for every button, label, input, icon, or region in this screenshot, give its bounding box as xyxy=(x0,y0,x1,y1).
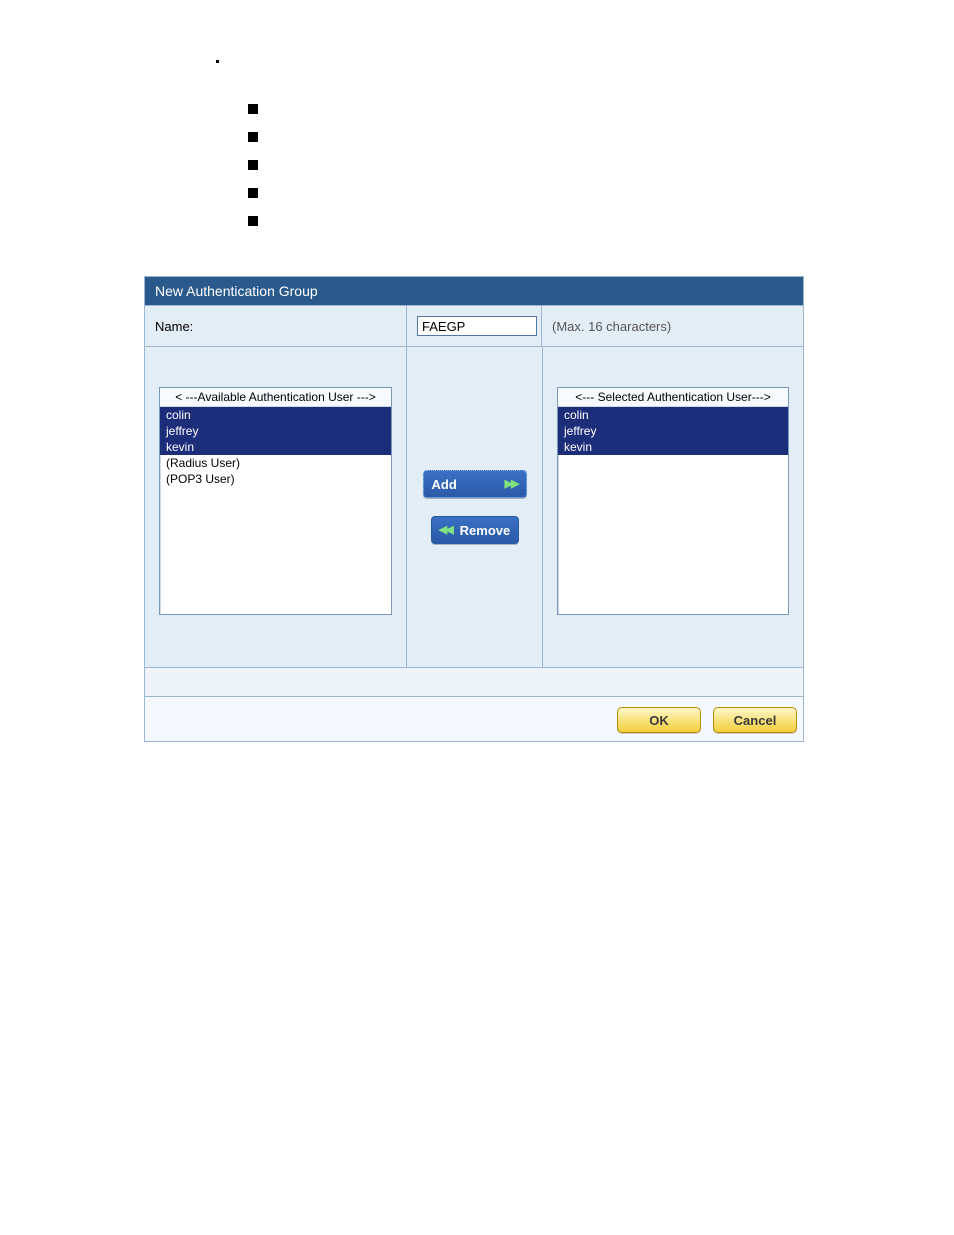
list-item[interactable]: colin xyxy=(558,407,788,423)
auth-group-panel: New Authentication Group Name: (Max. 16 … xyxy=(144,276,804,742)
decorative-dot xyxy=(216,60,219,63)
bullet-square xyxy=(248,132,258,142)
remove-button[interactable]: ◀◀ Remove xyxy=(431,516,519,544)
available-users-list[interactable]: < ---Available Authentication User ---> … xyxy=(159,387,392,615)
spacer-row xyxy=(145,668,803,697)
bullet-square xyxy=(248,188,258,198)
list-item[interactable]: kevin xyxy=(558,439,788,455)
cancel-button[interactable]: Cancel xyxy=(713,707,797,733)
bullet-list xyxy=(248,104,258,244)
name-input[interactable] xyxy=(417,316,537,336)
add-button-label: Add xyxy=(432,477,457,492)
selected-items: colinjeffreykevin xyxy=(558,407,788,455)
available-list-title: < ---Available Authentication User ---> xyxy=(160,388,391,407)
list-item[interactable]: (POP3 User) xyxy=(160,471,391,487)
bullet-square xyxy=(248,104,258,114)
remove-button-label: Remove xyxy=(460,523,511,538)
list-item[interactable]: kevin xyxy=(160,439,391,455)
name-hint: (Max. 16 characters) xyxy=(542,306,803,346)
name-row: Name: (Max. 16 characters) xyxy=(145,306,803,347)
list-item[interactable]: (Radius User) xyxy=(160,455,391,471)
footer-row: OK Cancel xyxy=(145,697,803,741)
chevron-right-icon: ▶▶ xyxy=(505,479,518,490)
available-items: colinjeffreykevin(Radius User)(POP3 User… xyxy=(160,407,391,487)
chevron-left-icon: ◀◀ xyxy=(439,525,452,536)
list-item[interactable]: jeffrey xyxy=(558,423,788,439)
add-button[interactable]: Add ▶▶ xyxy=(423,470,527,498)
list-item[interactable]: colin xyxy=(160,407,391,423)
bullet-square xyxy=(248,160,258,170)
name-label: Name: xyxy=(145,306,407,346)
ok-button[interactable]: OK xyxy=(617,707,701,733)
selected-users-list[interactable]: <--- Selected Authentication User---> co… xyxy=(557,387,789,615)
list-item[interactable]: jeffrey xyxy=(160,423,391,439)
selected-list-title: <--- Selected Authentication User---> xyxy=(558,388,788,407)
bullet-square xyxy=(248,216,258,226)
transfer-row: < ---Available Authentication User ---> … xyxy=(145,347,803,668)
panel-title: New Authentication Group xyxy=(145,277,803,306)
